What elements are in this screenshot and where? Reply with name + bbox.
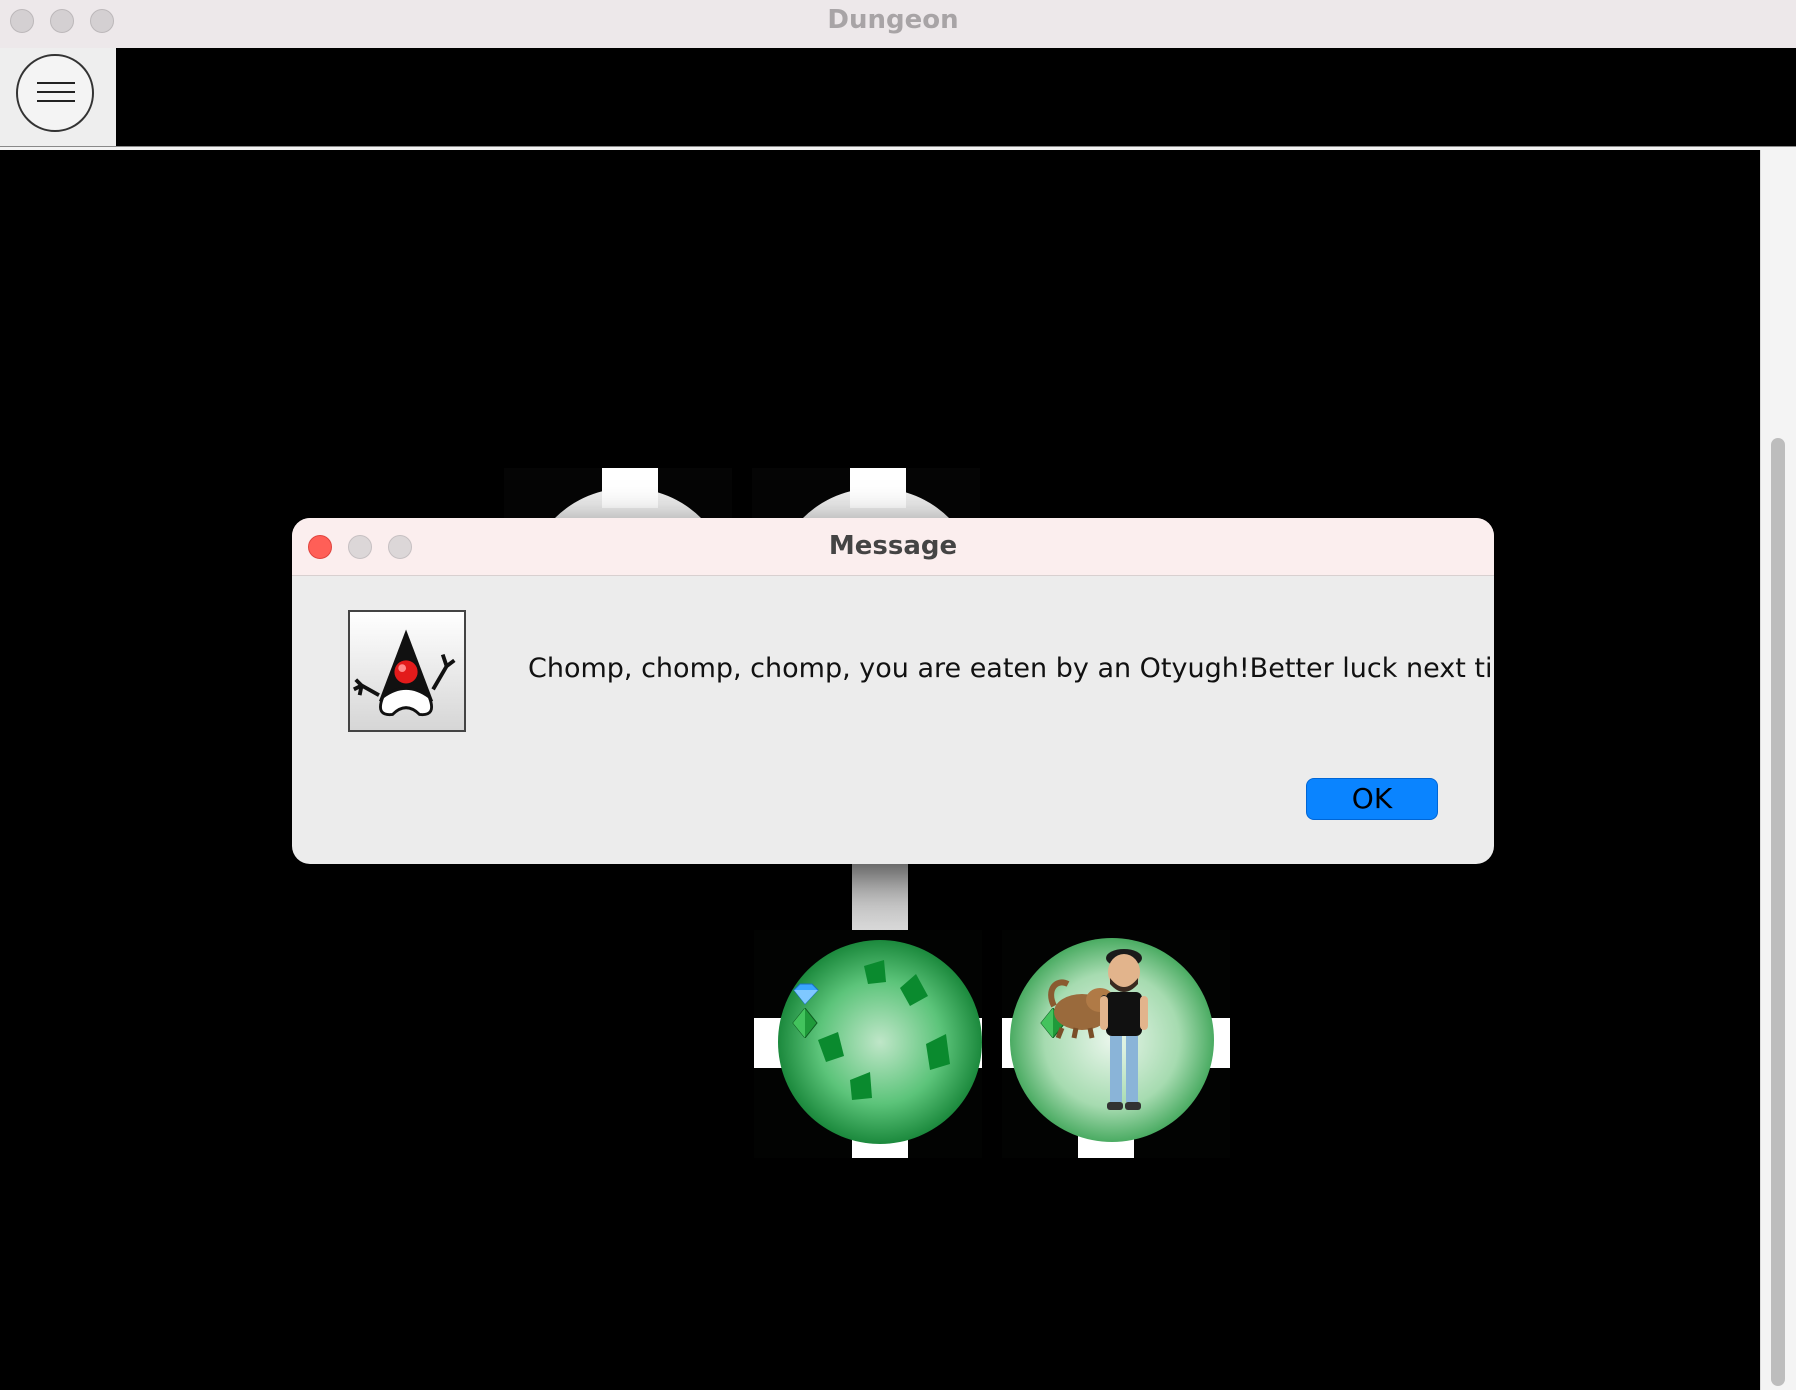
- window-title: Dungeon: [827, 5, 959, 35]
- menu-cell: [0, 48, 116, 146]
- dialog-titlebar: Message: [292, 518, 1494, 576]
- hamburger-menu-icon[interactable]: [16, 54, 94, 132]
- player-avatar-icon: [1100, 949, 1148, 1110]
- room-bottom-left: [754, 930, 982, 1158]
- green-gem-icon: [792, 1008, 818, 1038]
- dialog-message: Chomp, chomp, chomp, you are eaten by an…: [528, 653, 1494, 684]
- ok-button[interactable]: OK: [1306, 778, 1438, 820]
- blue-gem-icon: [793, 983, 819, 1005]
- vertical-scrollbar[interactable]: [1760, 150, 1796, 1390]
- toolbar: [0, 48, 1796, 146]
- message-dialog: Message Chomp, chomp, chomp, you are eat…: [292, 518, 1494, 864]
- scrollbar-thumb[interactable]: [1771, 438, 1785, 1386]
- java-duke-icon: [348, 610, 466, 732]
- window-titlebar: Dungeon: [0, 0, 1796, 49]
- room-bottom-right: [1002, 930, 1230, 1158]
- dialog-title: Message: [828, 531, 958, 561]
